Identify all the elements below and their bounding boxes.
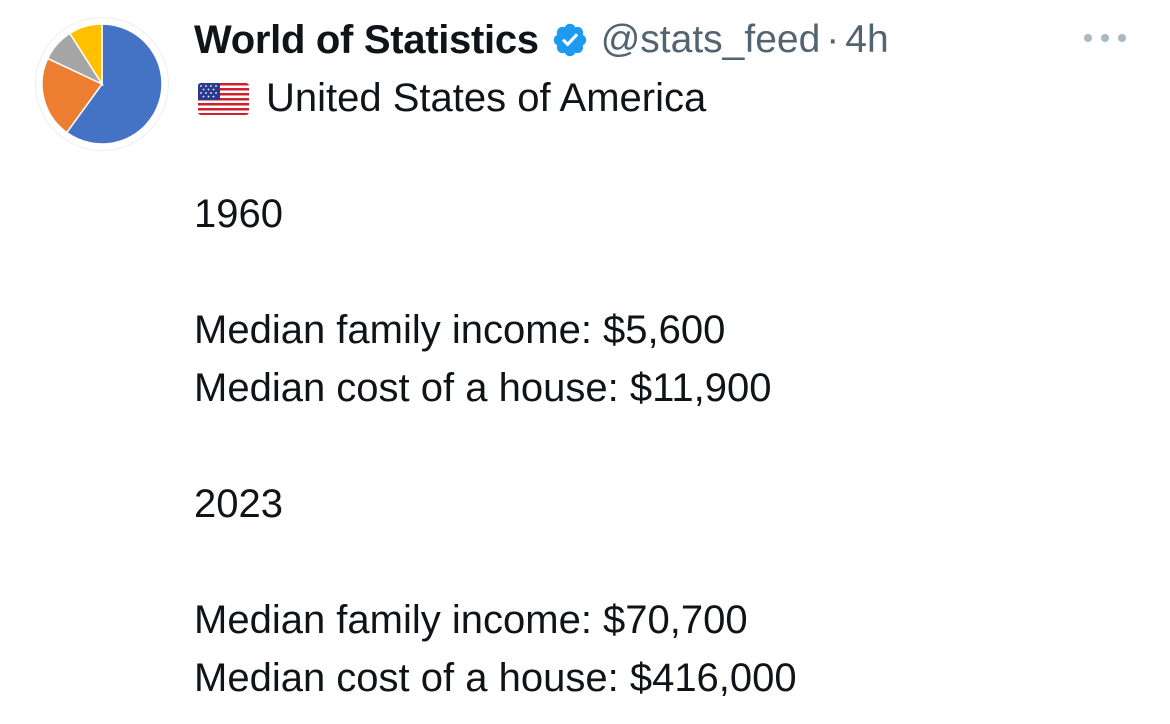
more-dot bbox=[1101, 34, 1109, 42]
pie-chart-logo-icon bbox=[41, 23, 163, 145]
verified-badge-icon bbox=[551, 21, 589, 59]
income-1960: Median family income: $5,600 bbox=[194, 308, 726, 352]
house-cost-1960: Median cost of a house: $11,900 bbox=[194, 366, 772, 410]
house-cost-2023: Median cost of a house: $416,000 bbox=[194, 656, 797, 700]
timestamp[interactable]: 4h bbox=[845, 18, 888, 62]
more-options-icon[interactable] bbox=[1084, 26, 1126, 50]
year-1960: 1960 bbox=[194, 192, 283, 236]
more-dot bbox=[1084, 34, 1092, 42]
year-2023: 2023 bbox=[194, 482, 283, 526]
display-name[interactable]: World of Statistics bbox=[194, 18, 539, 63]
tweet-header: World of Statistics @stats_feed · 4h bbox=[194, 14, 889, 66]
us-flag-icon bbox=[198, 83, 249, 115]
separator-dot: · bbox=[826, 18, 840, 61]
user-handle[interactable]: @stats_feed bbox=[601, 18, 821, 62]
country-line: United States of America bbox=[266, 76, 707, 120]
avatar[interactable] bbox=[36, 18, 168, 150]
income-2023: Median family income: $70,700 bbox=[194, 598, 748, 642]
more-dot bbox=[1118, 34, 1126, 42]
